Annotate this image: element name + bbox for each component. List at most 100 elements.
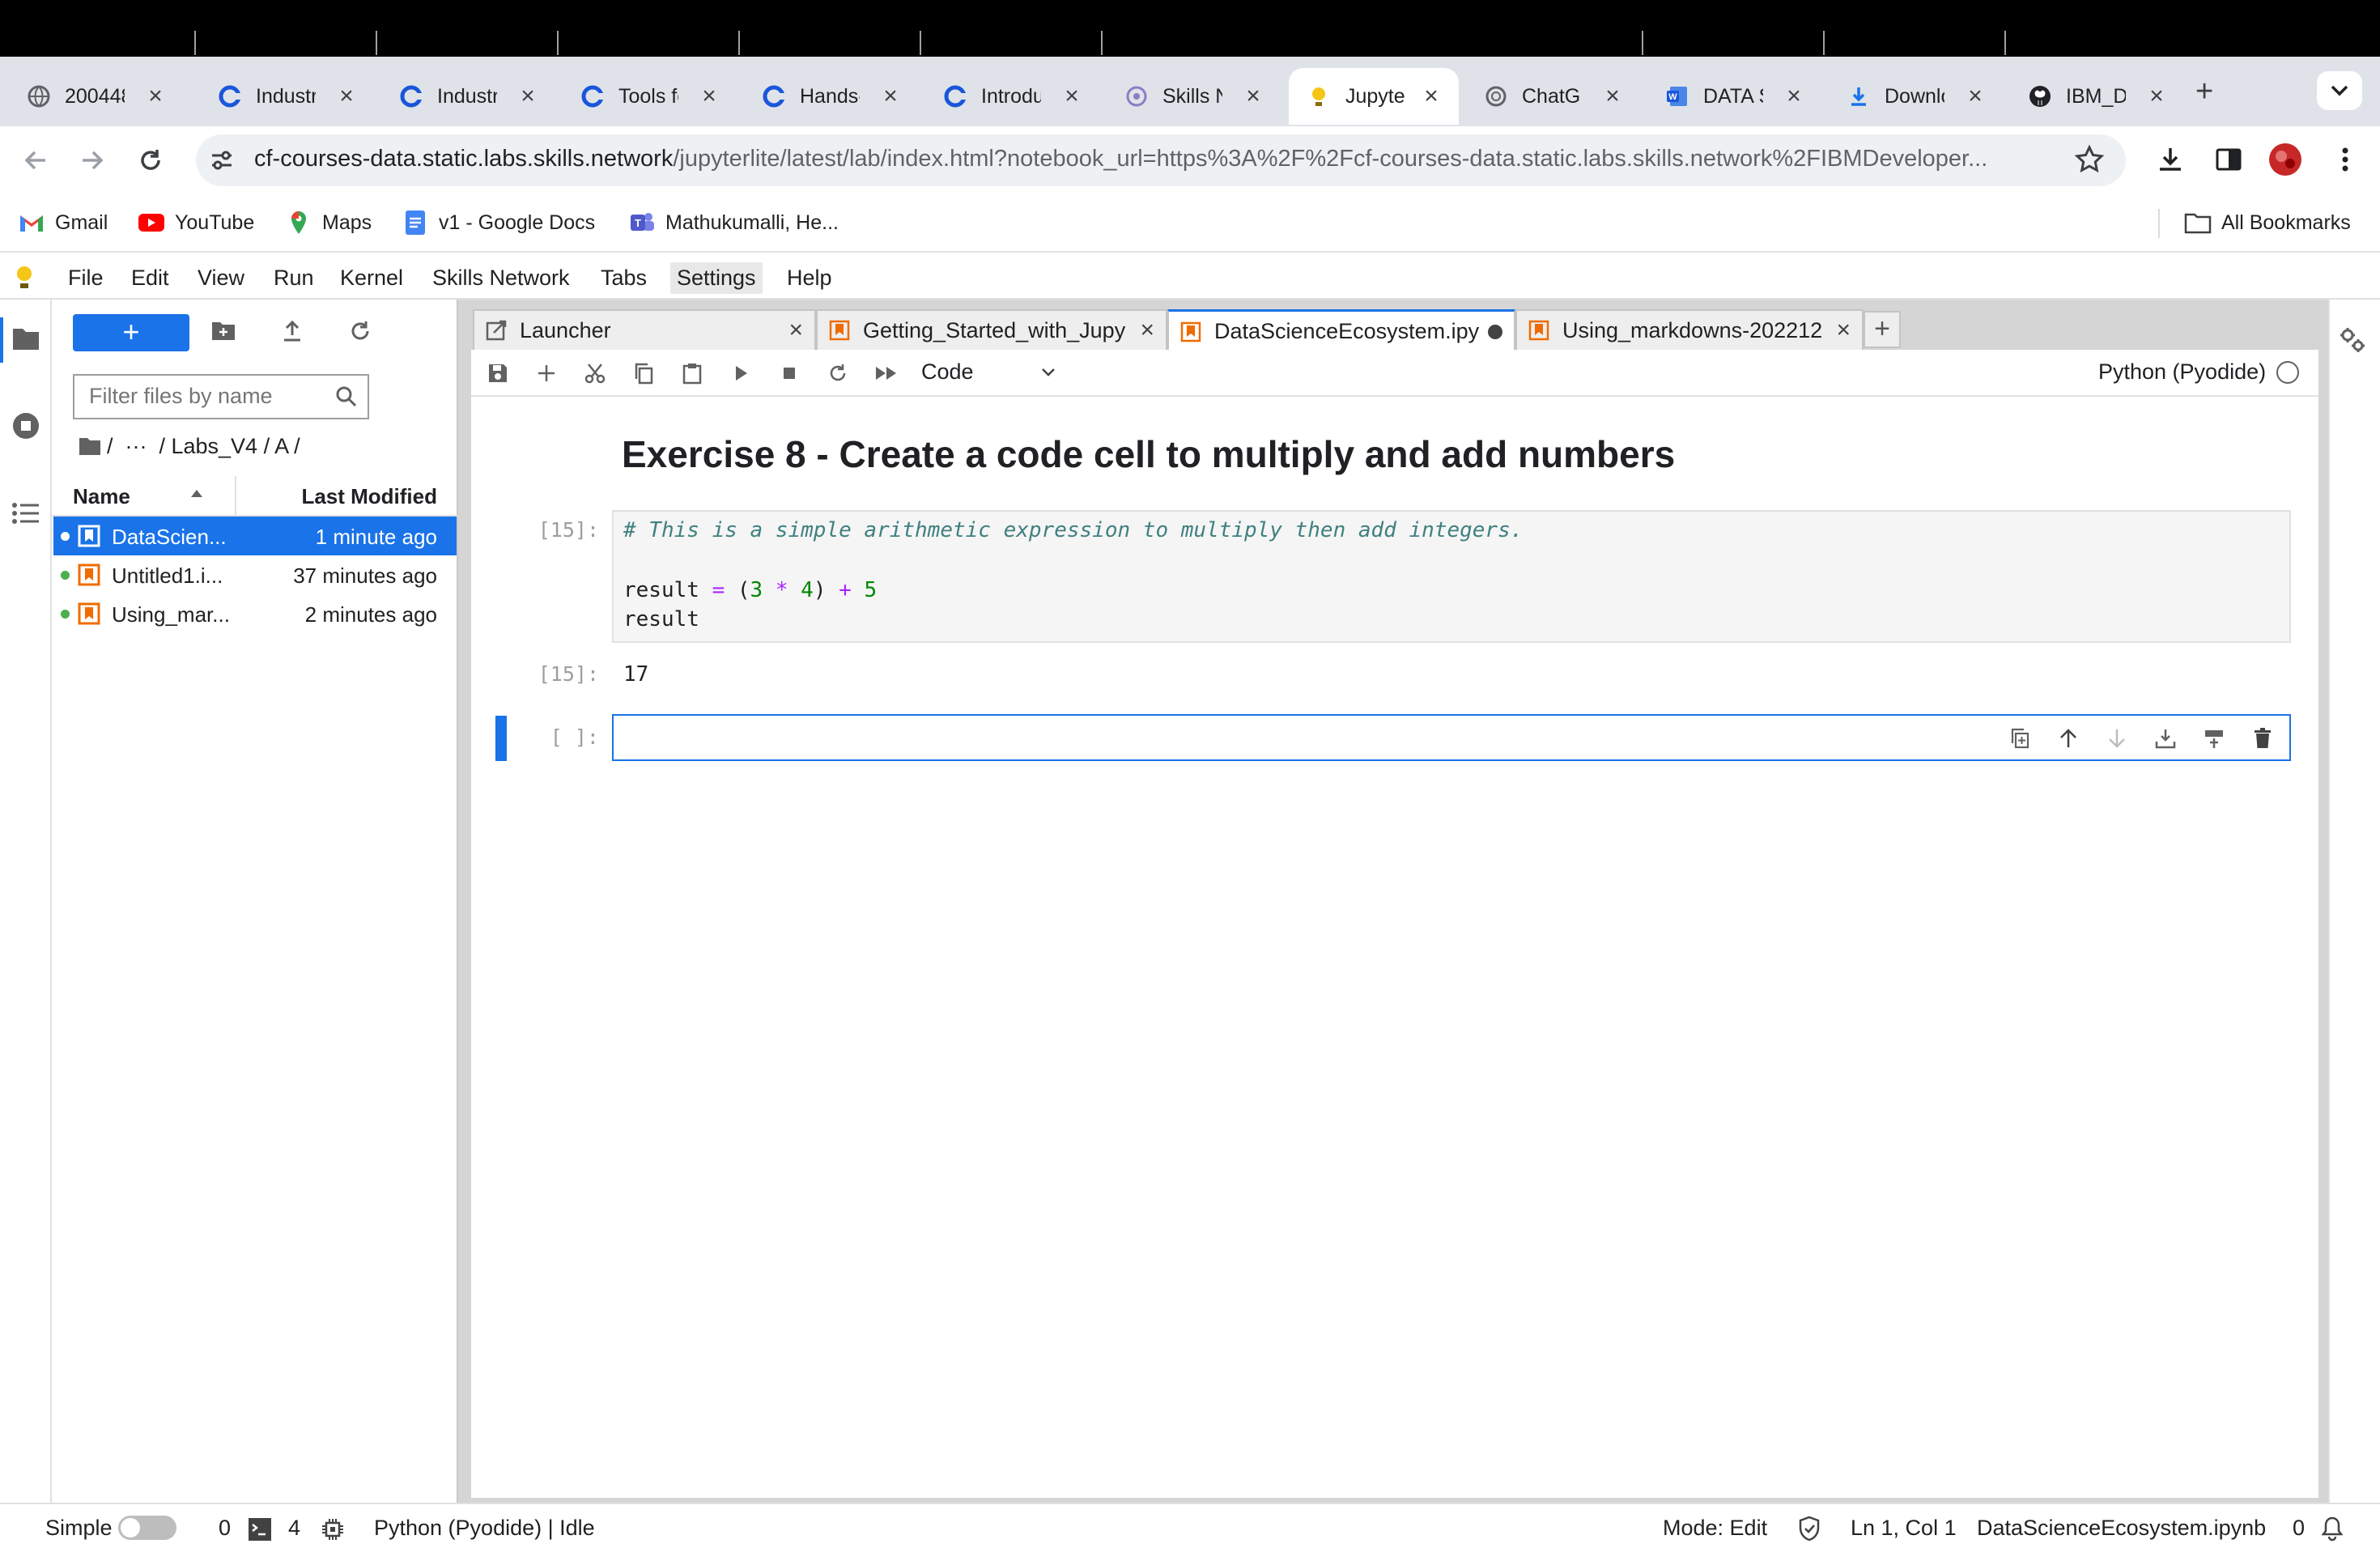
running-kernels-icon[interactable] bbox=[11, 411, 40, 440]
close-icon[interactable]: × bbox=[1060, 83, 1083, 110]
table-of-contents-icon[interactable] bbox=[11, 500, 40, 526]
sort-ascending-icon[interactable] bbox=[189, 487, 204, 499]
profile-avatar[interactable] bbox=[2268, 142, 2302, 176]
browser-tab-11[interactable]: Downlo × bbox=[1828, 68, 2003, 125]
save-icon[interactable] bbox=[484, 359, 512, 387]
duplicate-cell-icon[interactable] bbox=[2006, 725, 2034, 752]
column-last-modified[interactable]: Last Modified bbox=[301, 484, 437, 509]
cpu-icon[interactable] bbox=[321, 1517, 345, 1542]
new-tab-button[interactable]: + bbox=[2195, 74, 2213, 109]
paste-icon[interactable] bbox=[678, 359, 706, 387]
tab-datascienceecosystem[interactable]: DataScienceEcosystem.ipy bbox=[1167, 309, 1515, 351]
notification-count[interactable]: 0 bbox=[2293, 1516, 2305, 1541]
close-icon[interactable]: × bbox=[1140, 317, 1154, 344]
star-icon[interactable] bbox=[2074, 144, 2105, 175]
menu-tabs[interactable]: Tabs bbox=[594, 262, 653, 294]
move-down-icon[interactable] bbox=[2103, 725, 2131, 752]
bell-icon[interactable] bbox=[2320, 1516, 2344, 1542]
browser-tab-9[interactable]: ChatGP × bbox=[1465, 68, 1640, 125]
browser-tab-active[interactable]: Jupyter × bbox=[1289, 68, 1459, 125]
cursor-position[interactable]: Ln 1, Col 1 bbox=[1851, 1516, 1957, 1541]
browser-tab-3[interactable]: Industr × bbox=[380, 68, 555, 125]
back-icon[interactable] bbox=[21, 146, 50, 175]
reload-icon[interactable] bbox=[136, 146, 165, 175]
column-name[interactable]: Name bbox=[73, 484, 130, 509]
bookmark-youtube[interactable]: YouTube bbox=[138, 209, 254, 236]
move-up-icon[interactable] bbox=[2055, 725, 2082, 752]
delete-cell-icon[interactable] bbox=[2249, 725, 2276, 752]
close-icon[interactable]: × bbox=[1964, 83, 1987, 110]
filter-files-input[interactable] bbox=[74, 376, 317, 416]
file-row[interactable]: Using_mar... 2 minutes ago bbox=[53, 594, 457, 633]
url-text[interactable]: cf-courses-data.static.labs.skills.netwo… bbox=[254, 146, 2051, 172]
file-row[interactable]: Untitled1.i... 37 minutes ago bbox=[53, 555, 457, 594]
bookmark-google-docs[interactable]: v1 - Google Docs bbox=[402, 209, 595, 236]
menu-kernel[interactable]: Kernel bbox=[334, 262, 410, 294]
cut-icon[interactable] bbox=[581, 359, 609, 387]
browser-tab-12[interactable]: IBM_D × bbox=[2009, 68, 2184, 125]
all-bookmarks[interactable]: All Bookmarks bbox=[2184, 209, 2351, 236]
site-settings-icon[interactable] bbox=[207, 146, 236, 175]
restart-run-all-icon[interactable] bbox=[873, 359, 900, 387]
menu-file[interactable]: File bbox=[62, 262, 110, 294]
property-inspector-icon[interactable] bbox=[2338, 325, 2367, 355]
refresh-icon[interactable] bbox=[348, 319, 372, 343]
menu-view[interactable]: View bbox=[191, 262, 251, 294]
cell-type-select[interactable]: Code bbox=[921, 359, 1062, 385]
tab-search-button[interactable] bbox=[2317, 71, 2362, 110]
run-icon[interactable] bbox=[727, 359, 754, 387]
stop-icon[interactable] bbox=[776, 359, 803, 387]
menu-help[interactable]: Help bbox=[780, 262, 839, 294]
close-icon[interactable]: × bbox=[698, 83, 720, 110]
copy-icon[interactable] bbox=[630, 359, 657, 387]
restart-icon[interactable] bbox=[824, 359, 852, 387]
simple-mode-toggle[interactable] bbox=[118, 1516, 176, 1540]
browser-tab-5[interactable]: Hands- × bbox=[743, 68, 918, 125]
menu-skills-network[interactable]: Skills Network bbox=[426, 262, 576, 294]
markdown-heading[interactable]: Exercise 8 - Create a code cell to multi… bbox=[622, 432, 1675, 476]
filter-files-field[interactable] bbox=[73, 374, 369, 419]
tab-launcher[interactable]: Launcher × bbox=[473, 309, 816, 350]
new-folder-icon[interactable] bbox=[210, 319, 236, 343]
browser-tab-10[interactable]: W DATA S × bbox=[1647, 68, 1821, 125]
upload-icon[interactable] bbox=[280, 319, 304, 343]
unsaved-dot-icon[interactable] bbox=[1488, 324, 1502, 339]
kernel-name[interactable]: Python (Pyodide) bbox=[2098, 359, 2266, 385]
browser-tab-2[interactable]: Industr × bbox=[199, 68, 374, 125]
browser-tab-6[interactable]: Introdu × bbox=[924, 68, 1099, 125]
kernel-count[interactable]: 0 bbox=[219, 1516, 231, 1541]
side-panel-icon[interactable] bbox=[2213, 144, 2244, 175]
close-icon[interactable]: × bbox=[879, 83, 902, 110]
file-row[interactable]: DataScien... 1 minute ago bbox=[53, 517, 457, 555]
terminal-icon[interactable] bbox=[248, 1517, 272, 1542]
browser-tab-4[interactable]: Tools fo × bbox=[562, 68, 737, 125]
breadcrumb-root-folder-icon[interactable] bbox=[78, 436, 102, 457]
menu-edit[interactable]: Edit bbox=[125, 262, 176, 294]
insert-cell-icon[interactable] bbox=[533, 359, 560, 387]
close-icon[interactable]: × bbox=[1242, 83, 1264, 110]
close-icon[interactable]: × bbox=[2145, 83, 2168, 110]
close-icon[interactable]: × bbox=[1783, 83, 1805, 110]
menu-run[interactable]: Run bbox=[267, 262, 321, 294]
browser-tab-1[interactable]: 200448 × bbox=[8, 68, 183, 125]
forward-icon[interactable] bbox=[78, 146, 107, 175]
bookmark-gmail[interactable]: Gmail bbox=[18, 209, 108, 236]
insert-below-icon[interactable] bbox=[2200, 725, 2228, 752]
kernel-status[interactable]: Python (Pyodide) | Idle bbox=[374, 1516, 595, 1541]
close-icon[interactable]: × bbox=[144, 83, 167, 110]
tab-using-markdowns[interactable]: Using_markdowns-202212 × bbox=[1515, 309, 1864, 350]
browser-tab-7[interactable]: Skills N × bbox=[1106, 68, 1281, 125]
downloads-icon[interactable] bbox=[2155, 144, 2186, 175]
new-launcher-button[interactable]: + bbox=[73, 314, 189, 351]
add-tab-button[interactable]: + bbox=[1864, 311, 1901, 348]
insert-above-icon[interactable] bbox=[2152, 725, 2179, 752]
close-icon[interactable]: × bbox=[1836, 317, 1851, 344]
bookmark-teams[interactable]: T Mathukumalli, He... bbox=[628, 209, 839, 236]
close-icon[interactable]: × bbox=[788, 317, 803, 344]
terminal-count[interactable]: 4 bbox=[288, 1516, 300, 1541]
more-menu-icon[interactable] bbox=[2333, 144, 2357, 175]
bookmark-maps[interactable]: Maps bbox=[285, 209, 372, 236]
close-icon[interactable]: × bbox=[1601, 83, 1624, 110]
tab-getting-started[interactable]: Getting_Started_with_Jupy × bbox=[816, 309, 1167, 350]
file-browser-icon[interactable] bbox=[11, 325, 40, 351]
